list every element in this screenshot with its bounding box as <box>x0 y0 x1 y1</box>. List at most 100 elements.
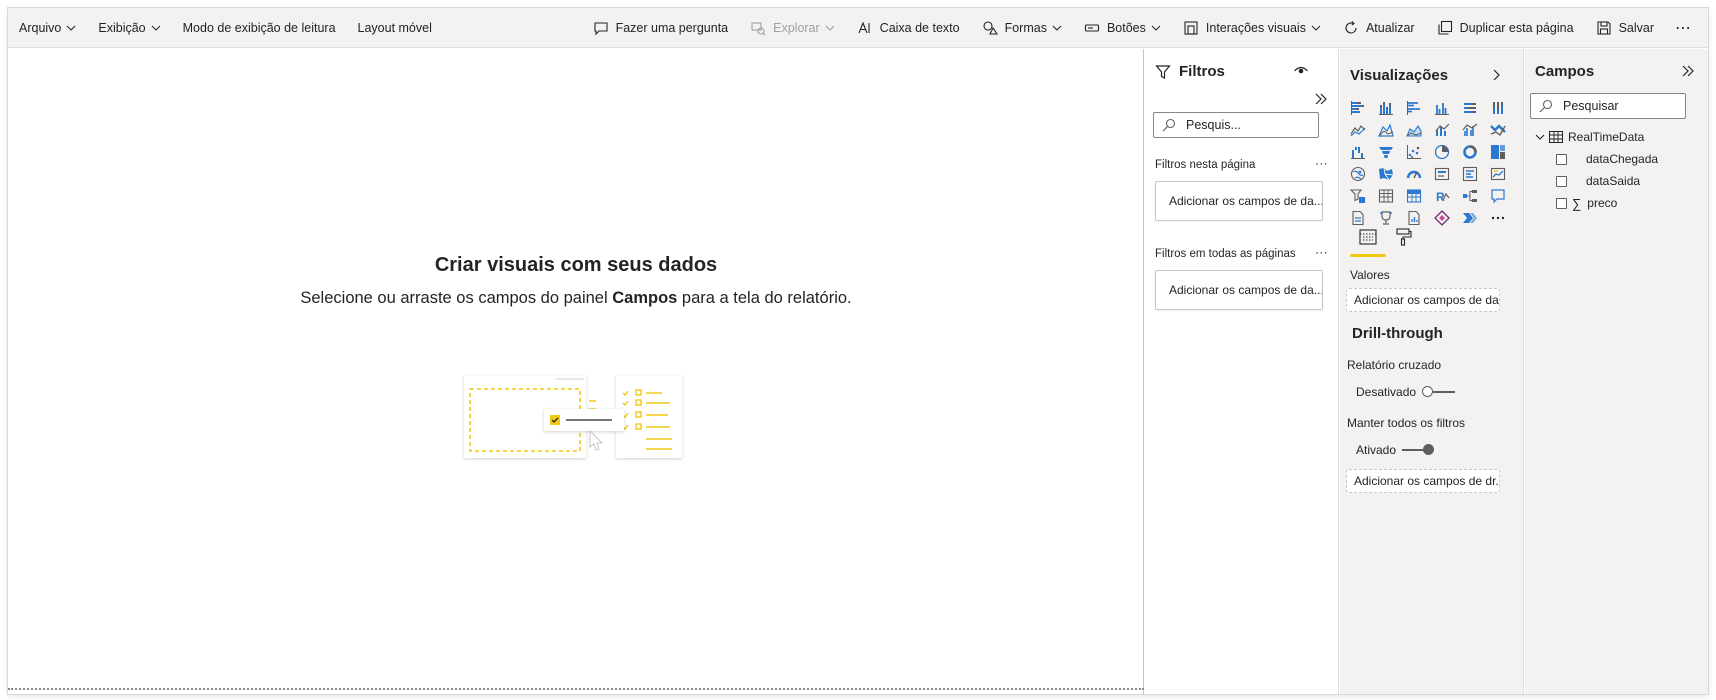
key-influencers-icon-glyph <box>1380 211 1392 225</box>
ribbon-chart-icon[interactable] <box>1484 119 1512 141</box>
stacked-bar-chart-icon[interactable] <box>1344 97 1372 119</box>
funnel-chart-icon[interactable] <box>1372 141 1400 163</box>
drill-through-drop-zone[interactable]: Adicionar os campos de dr... <box>1346 469 1500 493</box>
qa-visual-icon[interactable] <box>1484 185 1512 207</box>
ask-question-button[interactable]: Fazer uma pergunta <box>582 8 740 47</box>
visual-interactions-button[interactable]: Interações visuais <box>1172 8 1332 47</box>
text-box-icon <box>857 20 873 36</box>
filled-map-icon-glyph <box>1379 167 1394 181</box>
kpi-icon[interactable] <box>1484 163 1512 185</box>
field-row[interactable]: dataChegada <box>1556 151 1658 167</box>
fields-tab[interactable] <box>1350 227 1386 257</box>
pie-chart-icon[interactable] <box>1428 141 1456 163</box>
save-button[interactable]: Salvar <box>1585 8 1665 47</box>
shapes-button[interactable]: Formas <box>971 8 1073 47</box>
power-bi-window: Arquivo Exibição Modo de exibição de lei… <box>8 8 1708 694</box>
mobile-layout-button[interactable]: Layout móvel <box>347 8 443 47</box>
table-icon[interactable] <box>1372 185 1400 207</box>
clustered-bar-chart-icon[interactable] <box>1400 97 1428 119</box>
cross-report-toggle[interactable] <box>1422 386 1456 398</box>
donut-chart-icon[interactable] <box>1456 141 1484 163</box>
empty-state: Criar visuais com seus dados Selecione o… <box>8 254 1144 308</box>
values-drop-zone[interactable]: Adicionar os campos de da... <box>1346 288 1500 312</box>
power-automate-icon[interactable] <box>1456 207 1484 229</box>
filters-search[interactable] <box>1153 112 1319 138</box>
matrix-icon[interactable] <box>1400 185 1428 207</box>
duplicate-page-button[interactable]: Duplicar esta página <box>1426 8 1585 47</box>
collapse-fields-icon[interactable] <box>1680 63 1696 79</box>
field-checkbox[interactable] <box>1556 175 1567 187</box>
format-tab[interactable] <box>1386 227 1422 257</box>
buttons-button[interactable]: Botões <box>1073 8 1172 47</box>
filters-page-more-icon[interactable]: ⋯ <box>1315 156 1329 172</box>
decomposition-tree-icon[interactable] <box>1456 185 1484 207</box>
field-name: dataChegada <box>1586 152 1659 166</box>
chevron-down-icon <box>1052 23 1062 33</box>
funnel-chart-icon-glyph <box>1379 147 1393 158</box>
scatter-chart-icon[interactable] <box>1400 141 1428 163</box>
filters-all-more-icon[interactable]: ⋯ <box>1315 245 1329 261</box>
python-visual-icon[interactable] <box>1400 207 1428 229</box>
line-and-stacked-column-chart-icon[interactable] <box>1428 119 1456 141</box>
filters-all-pages-label: Filtros em todas as páginas <box>1155 248 1296 260</box>
chevron-down-icon <box>66 23 76 33</box>
waterfall-chart-icon[interactable] <box>1344 141 1372 163</box>
power-apps-icon[interactable] <box>1428 207 1456 229</box>
stacked-column-chart-icon[interactable] <box>1372 97 1400 119</box>
filters-page-label: Filtros nesta página <box>1155 159 1256 171</box>
100-stacked-bar-chart-icon[interactable] <box>1456 97 1484 119</box>
gauge-icon[interactable] <box>1400 163 1428 185</box>
reading-view-button[interactable]: Modo de exibição de leitura <box>172 8 347 47</box>
card-icon[interactable] <box>1428 163 1456 185</box>
stacked-area-chart-icon[interactable] <box>1400 119 1428 141</box>
key-influencers-icon[interactable] <box>1372 207 1400 229</box>
area-chart-icon[interactable] <box>1372 119 1400 141</box>
multi-row-card-icon[interactable] <box>1456 163 1484 185</box>
collapse-filters-icon[interactable] <box>1313 91 1329 107</box>
stacked-area-chart-icon-glyph <box>1406 124 1422 137</box>
more-visuals-icon[interactable] <box>1484 207 1512 229</box>
keep-filters-toggle[interactable] <box>1402 444 1436 456</box>
menu-arquivo[interactable]: Arquivo <box>8 8 87 47</box>
field-checkbox[interactable] <box>1556 197 1567 209</box>
paginated-report-icon[interactable] <box>1344 207 1372 229</box>
field-row[interactable]: dataSaida <box>1556 173 1640 189</box>
chevron-down-icon <box>151 23 161 33</box>
drill-through-title: Drill-through <box>1352 325 1443 342</box>
treemap-icon[interactable] <box>1484 141 1512 163</box>
treemap-icon-glyph <box>1491 145 1505 159</box>
field-checkbox[interactable] <box>1556 153 1567 165</box>
keep-filters-label: Manter todos os filtros <box>1347 416 1466 430</box>
filters-all-drop-zone[interactable]: Adicionar os campos de da... <box>1155 270 1323 310</box>
slicer-icon[interactable] <box>1344 185 1372 207</box>
fields-search-input[interactable] <box>1563 99 1685 113</box>
menu-exibicao[interactable]: Exibição <box>87 8 171 47</box>
more-options-icon[interactable]: ⋯ <box>1665 8 1702 47</box>
line-and-clustered-column-chart-icon[interactable] <box>1456 119 1484 141</box>
filled-map-icon[interactable] <box>1372 163 1400 185</box>
chevron-down-icon <box>1535 134 1545 140</box>
sigma-icon: ∑ <box>1572 195 1582 211</box>
explore-button[interactable]: Explorar <box>739 8 846 47</box>
text-box-button[interactable]: Caixa de texto <box>846 8 971 47</box>
report-toolbar: Arquivo Exibição Modo de exibição de lei… <box>8 8 1708 48</box>
clustered-column-chart-icon[interactable] <box>1428 97 1456 119</box>
chevron-right-icon[interactable] <box>1488 67 1504 83</box>
table-icon-glyph <box>1378 189 1394 203</box>
donut-chart-icon-glyph <box>1463 145 1477 159</box>
r-script-visual-icon[interactable]: R <box>1428 185 1456 207</box>
field-row[interactable]: ∑ preco <box>1556 195 1617 211</box>
eye-icon[interactable] <box>1293 63 1309 77</box>
visualizations-pane: Visualizações R Valores Adicionar os cam… <box>1340 49 1524 694</box>
table-node[interactable]: RealTimeData <box>1535 129 1644 145</box>
map-icon[interactable] <box>1344 163 1372 185</box>
power-apps-icon-glyph <box>1434 210 1450 226</box>
filters-search-input[interactable] <box>1186 118 1318 132</box>
fields-search[interactable] <box>1530 93 1686 119</box>
line-chart-icon[interactable] <box>1344 119 1372 141</box>
100-stacked-column-chart-icon[interactable] <box>1484 97 1512 119</box>
filters-page-drop-zone[interactable]: Adicionar os campos de da... <box>1155 181 1323 221</box>
stacked-column-chart-icon-glyph <box>1379 102 1393 115</box>
refresh-button[interactable]: Atualizar <box>1332 8 1426 47</box>
report-canvas[interactable]: Criar visuais com seus dados Selecione o… <box>8 49 1144 694</box>
